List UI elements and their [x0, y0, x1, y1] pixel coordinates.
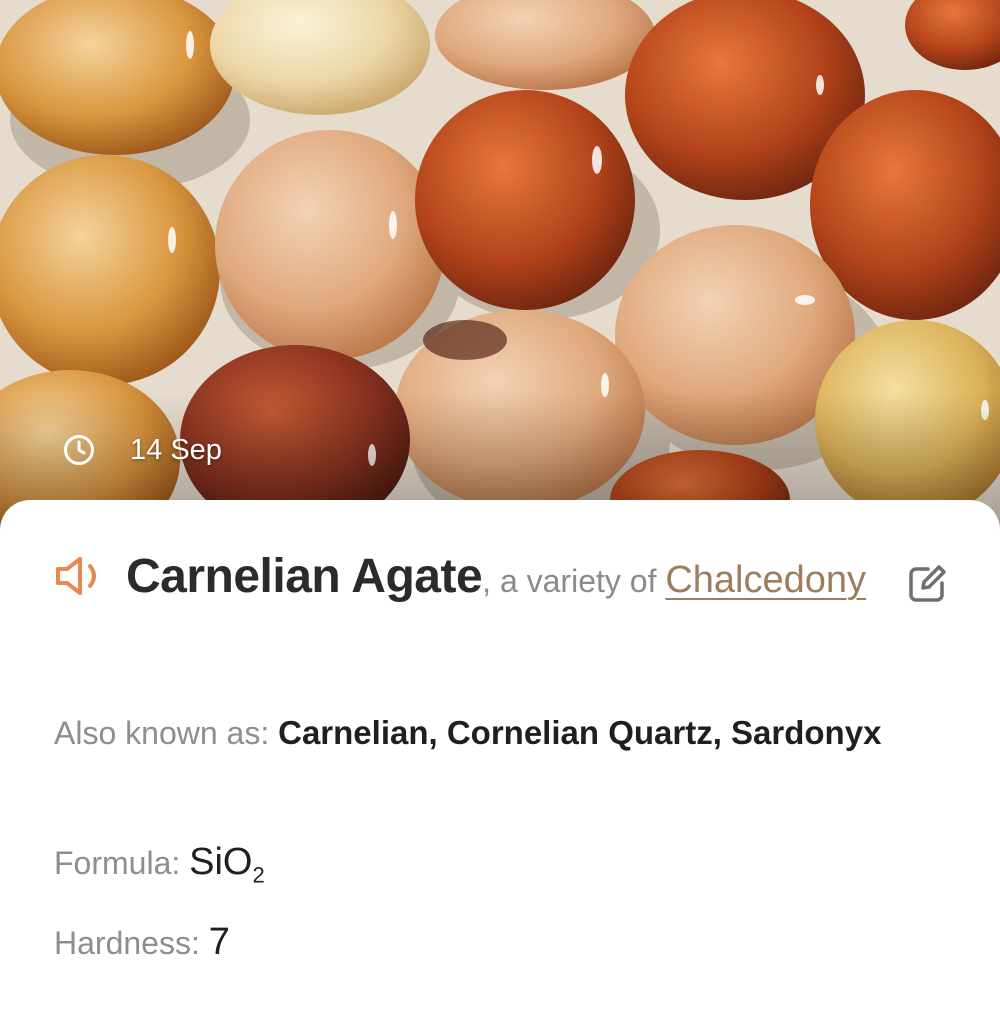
hardness-value: 7: [208, 921, 230, 963]
parent-mineral-link[interactable]: Chalcedony: [665, 559, 866, 601]
mineral-name: Carnelian Agate: [126, 550, 483, 603]
also-known-as: Also known as: Carnelian, Cornelian Quar…: [54, 700, 934, 773]
aka-value: Carnelian, Cornelian Quartz, Sardonyx: [278, 714, 882, 751]
hardness-label: Hardness:: [54, 925, 209, 961]
date-label: 14 Sep: [130, 433, 222, 466]
formula-row: Formula: SiO2: [54, 834, 934, 904]
formula-value: SiO2: [189, 841, 265, 888]
edit-icon[interactable]: [906, 563, 948, 605]
hardness-row: Hardness: 7: [54, 914, 934, 978]
formula-base: SiO: [189, 841, 253, 883]
mineral-title: Carnelian Agate, a variety of Chalcedony: [54, 548, 894, 617]
formula-label: Formula:: [54, 845, 190, 881]
speaker-icon[interactable]: [54, 554, 114, 598]
photo-date: 14 Sep: [62, 428, 222, 472]
aka-label: Also known as:: [54, 715, 279, 751]
variety-text: , a variety of: [482, 563, 666, 599]
mineral-photo[interactable]: [0, 0, 1000, 560]
clock-icon: [64, 435, 94, 465]
formula-subscript: 2: [252, 862, 265, 888]
